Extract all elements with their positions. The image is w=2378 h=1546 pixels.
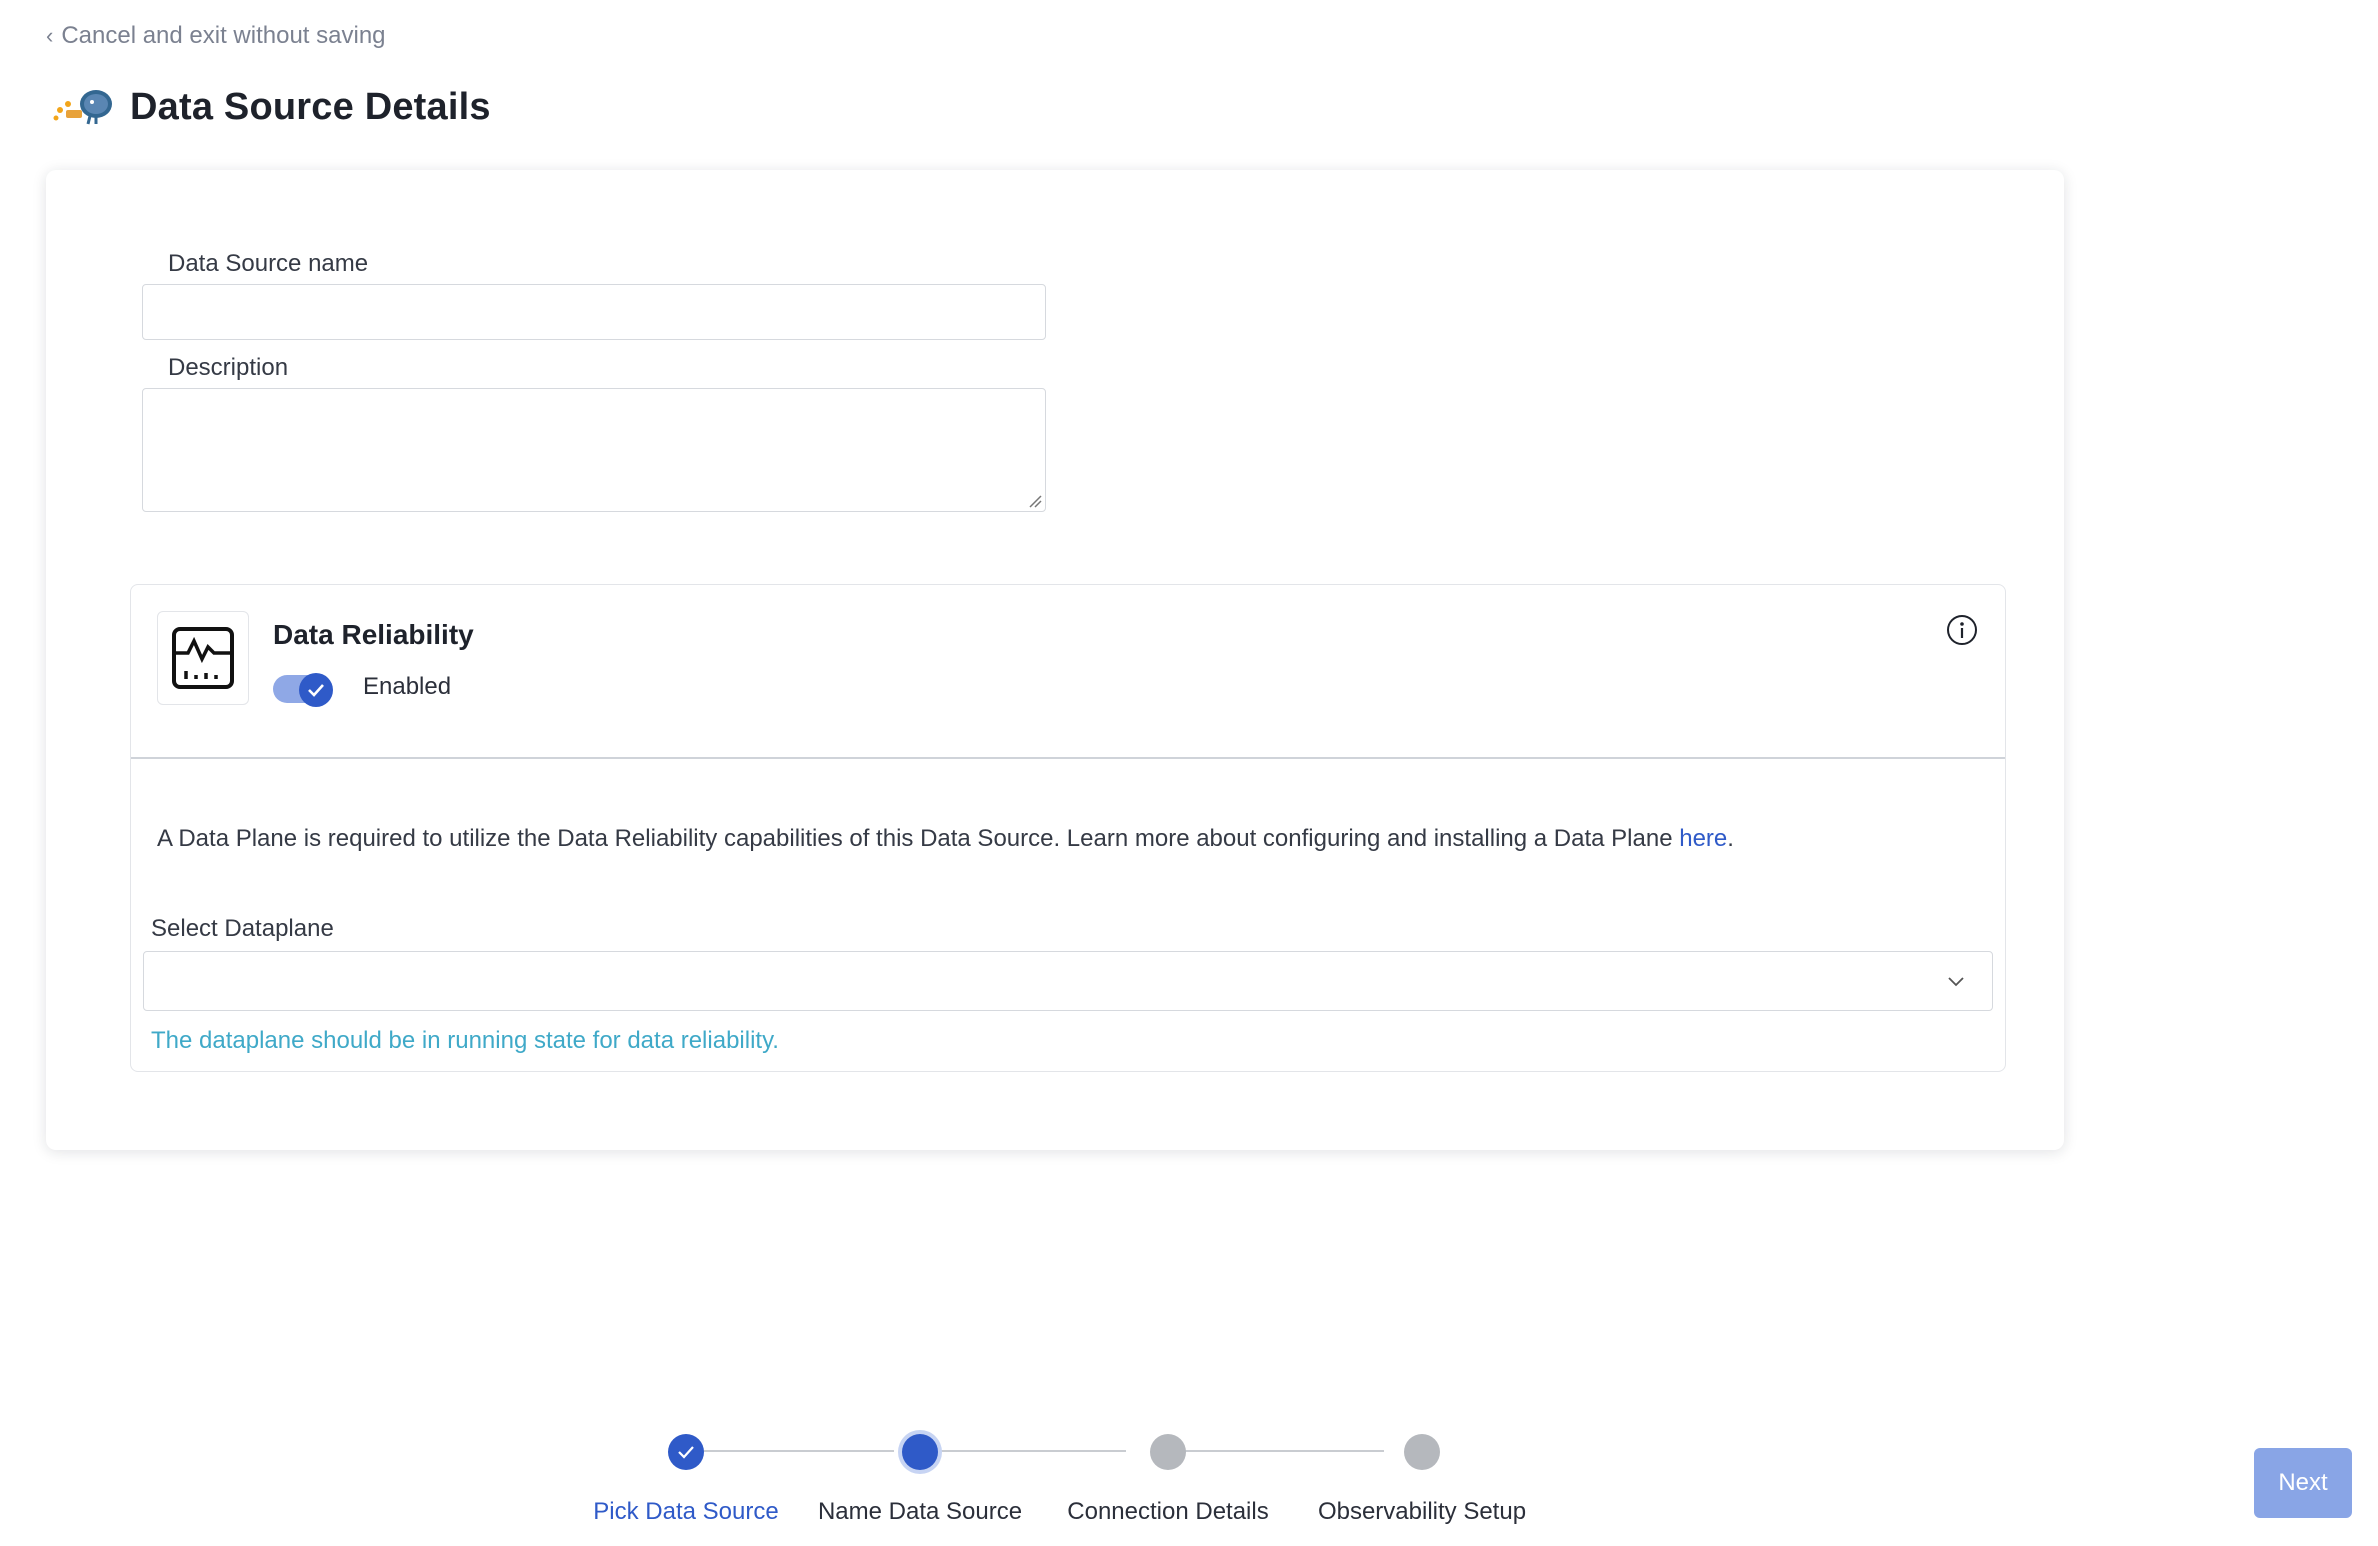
dataplane-hint: The dataplane should be in running state… [151,1027,779,1054]
data-source-name-input[interactable] [142,284,1046,340]
step-label-connection-details[interactable]: Connection Details [1067,1498,1268,1526]
select-dataplane-label: Select Dataplane [151,915,334,942]
toggle-knob [299,673,333,707]
info-icon[interactable] [1945,613,1979,647]
cancel-exit-link[interactable]: ‹ Cancel and exit without saving [46,22,386,50]
resize-grip-icon[interactable] [1028,494,1042,508]
reliability-icon-box [157,611,249,705]
step-dot-connection-details[interactable] [1150,1434,1186,1470]
description-label: Description [168,354,289,381]
panel-divider [131,757,2005,759]
next-button[interactable]: Next [2254,1448,2352,1518]
toggle-label: Enabled [363,673,452,700]
description-textarea[interactable] [142,388,1046,512]
step-connector [936,1450,1126,1452]
title-row: Data Source Details [50,86,491,129]
data-reliability-panel: Data Reliability Enabled A Data Plane is… [130,584,2006,1072]
step-connector [1164,1450,1384,1452]
details-card: Data Source name Description Data Reliab… [46,170,2064,1150]
postgres-elephant-icon [53,89,112,124]
page: ‹ Cancel and exit without saving Data So… [0,0,2378,1546]
description-period: . [1727,825,1734,852]
step-label-observability-setup[interactable]: Observability Setup [1318,1498,1526,1526]
select-dataplane-dropdown[interactable] [143,951,1993,1011]
name-label: Data Source name [168,250,369,277]
chevron-left-icon: ‹ [46,23,54,48]
step-dot-name-data-source[interactable] [902,1434,938,1470]
step-connector [686,1450,894,1452]
reliability-title: Data Reliability [273,619,474,650]
step-label-pick-data-source[interactable]: Pick Data Source [593,1498,778,1526]
chevron-down-icon [1948,977,1964,987]
reliability-toggle[interactable] [273,671,333,707]
monitor-chart-icon [172,627,234,689]
description-text: A Data Plane is required to utilize the … [157,825,1680,852]
step-dot-pick-data-source[interactable] [668,1434,704,1470]
check-icon [678,1446,694,1459]
step-label-name-data-source[interactable]: Name Data Source [818,1498,1022,1526]
check-icon [308,684,324,697]
reliability-description: A Data Plane is required to utilize the … [157,825,1734,853]
wizard-stepper: Pick Data Source Name Data Source Connec… [560,1428,1560,1528]
cancel-exit-label: Cancel and exit without saving [61,22,386,49]
step-dot-observability-setup[interactable] [1404,1434,1440,1470]
learn-more-link[interactable]: here [1679,825,1727,852]
page-title: Data Source Details [130,86,491,128]
